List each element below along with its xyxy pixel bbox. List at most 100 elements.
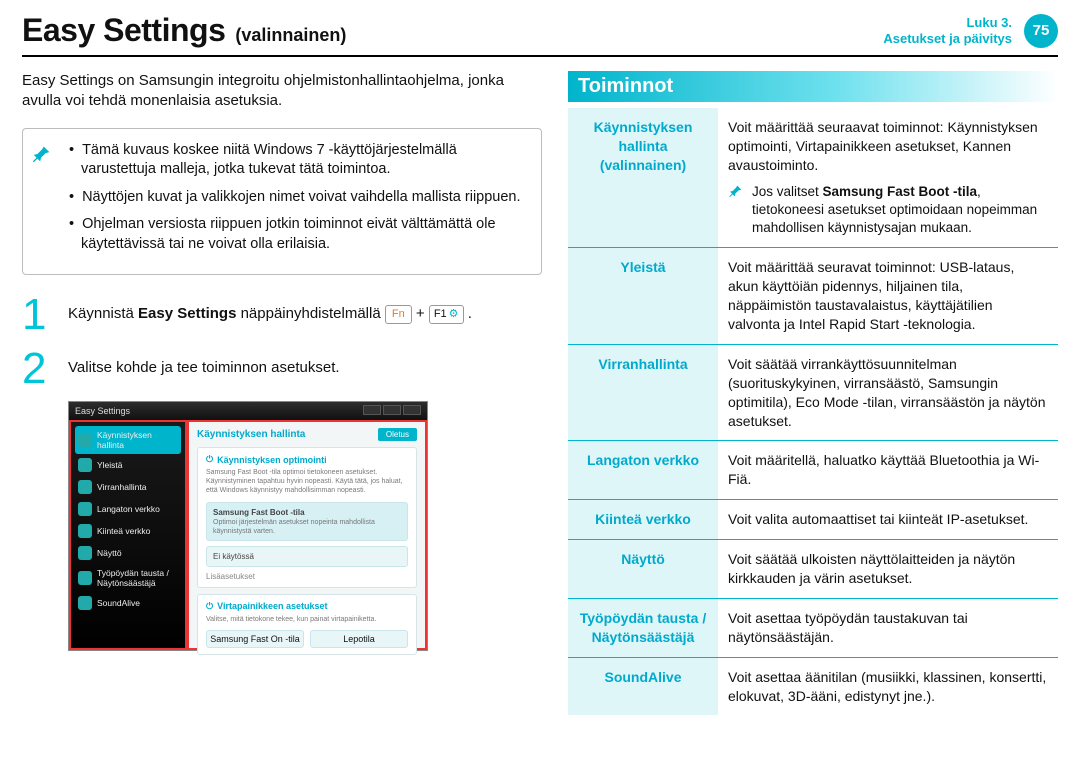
note-item: Näyttöjen kuvat ja valikkojen nimet voiv… [65,188,527,208]
inline-note: Jos valitset Samsung Fast Boot -tila, ti… [728,183,1048,238]
feature-desc: Voit säätää ulkoisten näyttölaitteiden j… [718,540,1058,599]
feature-desc: Voit valita automaattiset tai kiinteät I… [718,500,1058,540]
desktop-icon [78,571,92,585]
step1-post: näppäinyhdistelmällä [236,305,384,322]
step-body: Valitse kohde ja tee toiminnon asetukset… [68,347,340,391]
pin-icon [31,141,57,263]
header-rule [22,55,1058,57]
sidebar-label: SoundAlive [97,598,140,608]
note-item: Ohjelman versiosta riippuen jotkin toimi… [65,215,527,254]
sidebar-item[interactable]: Virranhallinta [75,476,181,498]
table-row: Näyttö Voit säätää ulkoisten näyttölaitt… [568,540,1058,599]
page-number-badge: 75 [1024,14,1058,48]
note-pre: Jos valitset [752,184,823,199]
feature-desc: Voit asettaa työpöydän taustakuvan tai n… [718,598,1058,657]
feature-desc: Voit määrittää seuravat toiminnot: USB-l… [718,248,1058,345]
table-row: Yleistä Voit määrittää seuravat toiminno… [568,248,1058,345]
maximize-icon [383,405,401,415]
main-pane: Käynnistyksen hallinta Oletus ⏻Käynnisty… [187,420,427,650]
more-settings[interactable]: Lisäasetukset [206,572,408,581]
power-options: Samsung Fast On -tila Lepotila [206,630,408,648]
sidebar-item[interactable]: Yleistä [75,454,181,476]
card-boot-optim: ⏻Käynnistyksen optimointi Samsung Fast B… [197,447,417,587]
app-screenshot: Easy Settings Käynnistyksen hallinta Yle… [68,401,428,651]
sidebar-label: Kiinteä verkko [97,526,150,536]
window-titlebar: Easy Settings [69,402,427,420]
card-title: ⏻Käynnistyksen optimointi [206,454,408,465]
sidebar-label: Langaton verkko [97,504,160,514]
step-2: 2 Valitse kohde ja tee toiminnon asetuks… [22,347,542,391]
section-title: Toiminnot [568,71,1058,102]
lan-icon [78,524,92,538]
key-plus: + [416,305,425,322]
sidebar-item[interactable]: Näyttö [75,542,181,564]
note-box: Tämä kuvaus koskee niitä Windows 7 -käyt… [22,128,542,276]
features-table: Käynnistyksen hallinta (valinnainen) Voi… [568,108,1058,715]
gear-icon: ⚙ [449,307,459,322]
power-icon: ⏻ [206,601,213,612]
card-desc: Valitse, mitä tietokone tekee, kun paina… [206,616,408,625]
option-fastboot[interactable]: Samsung Fast Boot -tila Optimoi järjeste… [206,502,408,541]
option-sub: Optimoi järjestelmän asetukset nopeinta … [213,519,375,535]
table-row: Käynnistyksen hallinta (valinnainen) Voi… [568,108,1058,248]
window-title: Easy Settings [75,406,130,416]
window-body: Käynnistyksen hallinta Yleistä Virranhal… [69,420,427,650]
speaker-icon [78,596,92,610]
card-desc: Samsung Fast Boot -tila optimoi tietokon… [206,469,408,495]
chapter-line1: Luku 3. [883,15,1012,31]
pane-title: Käynnistyksen hallinta [197,429,305,440]
sidebar-label: Yleistä [97,460,123,470]
wifi-icon [78,502,92,516]
option-label: Samsung Fast Boot -tila [213,508,305,517]
header-right: Luku 3. Asetukset ja päivitys 75 [883,14,1058,48]
default-button[interactable]: Oletus [378,428,417,441]
sidebar-item[interactable]: Kiinteä verkko [75,520,181,542]
page-title: Easy Settings [22,12,225,49]
sidebar-label: Käynnistyksen hallinta [97,430,178,450]
feature-label: Työpöydän tausta / Näytönsäästäjä [568,598,718,657]
window-buttons [361,405,421,417]
table-row: Langaton verkko Voit määritellä, haluatk… [568,441,1058,500]
feature-label: Käynnistyksen hallinta (valinnainen) [568,108,718,248]
table-row: SoundAlive Voit asettaa äänitilan (musii… [568,657,1058,715]
sidebar-item[interactable]: Työpöydän tausta / Näytönsäästäjä [75,564,181,592]
sidebar-label: Näyttö [97,548,122,558]
step1-pre: Käynnistä [68,305,138,322]
table-row: Virranhallinta Voit säätää virrankäyttös… [568,344,1058,441]
sidebar-item[interactable]: Langaton verkko [75,498,181,520]
inline-note-text: Jos valitset Samsung Fast Boot -tila, ti… [752,183,1048,238]
steps: 1 Käynnistä Easy Settings näppäinyhdiste… [22,293,542,391]
power-icon: ⏻ [206,454,213,465]
columns: Easy Settings on Samsungin integroitu oh… [22,71,1058,715]
option-off[interactable]: Ei käytössä [206,546,408,567]
document-page: Easy Settings (valinnainen) Luku 3. Aset… [0,0,1080,766]
page-title-sub: (valinnainen) [235,25,346,46]
step-number: 1 [22,293,52,337]
option-sleep[interactable]: Lepotila [310,630,408,648]
feature-label: SoundAlive [568,657,718,715]
minimize-icon [363,405,381,415]
table-row: Työpöydän tausta / Näytönsäästäjä Voit a… [568,598,1058,657]
page-header: Easy Settings (valinnainen) Luku 3. Aset… [22,12,1058,49]
pin-icon [728,183,746,238]
feature-label: Näyttö [568,540,718,599]
monitor-icon [78,546,92,560]
sidebar-label: Virranhallinta [97,482,146,492]
intro-text: Easy Settings on Samsungin integroitu oh… [22,71,542,112]
feature-label: Langaton verkko [568,441,718,500]
feature-desc-cell: Voit määrittää seuraavat toiminnot: Käyn… [718,108,1058,248]
feature-desc: Voit asettaa äänitilan (musiikki, klassi… [718,657,1058,715]
sidebar-item[interactable]: SoundAlive [75,592,181,614]
card-title: ⏻Virtapainikkeen asetukset [206,601,408,612]
option-faston[interactable]: Samsung Fast On -tila [206,630,304,648]
note-list: Tämä kuvaus koskee niitä Windows 7 -käyt… [65,141,527,263]
battery-icon [78,480,92,494]
feature-label: Virranhallinta [568,344,718,441]
page-title-wrap: Easy Settings (valinnainen) [22,12,346,49]
sidebar: Käynnistyksen hallinta Yleistä Virranhal… [69,420,187,650]
sidebar-item[interactable]: Käynnistyksen hallinta [75,426,181,454]
pill-label: Samsung Fast On -tila [210,634,300,644]
feature-label: Yleistä [568,248,718,345]
sidebar-label: Työpöydän tausta / Näytönsäästäjä [97,568,178,588]
disc-icon [78,433,92,447]
